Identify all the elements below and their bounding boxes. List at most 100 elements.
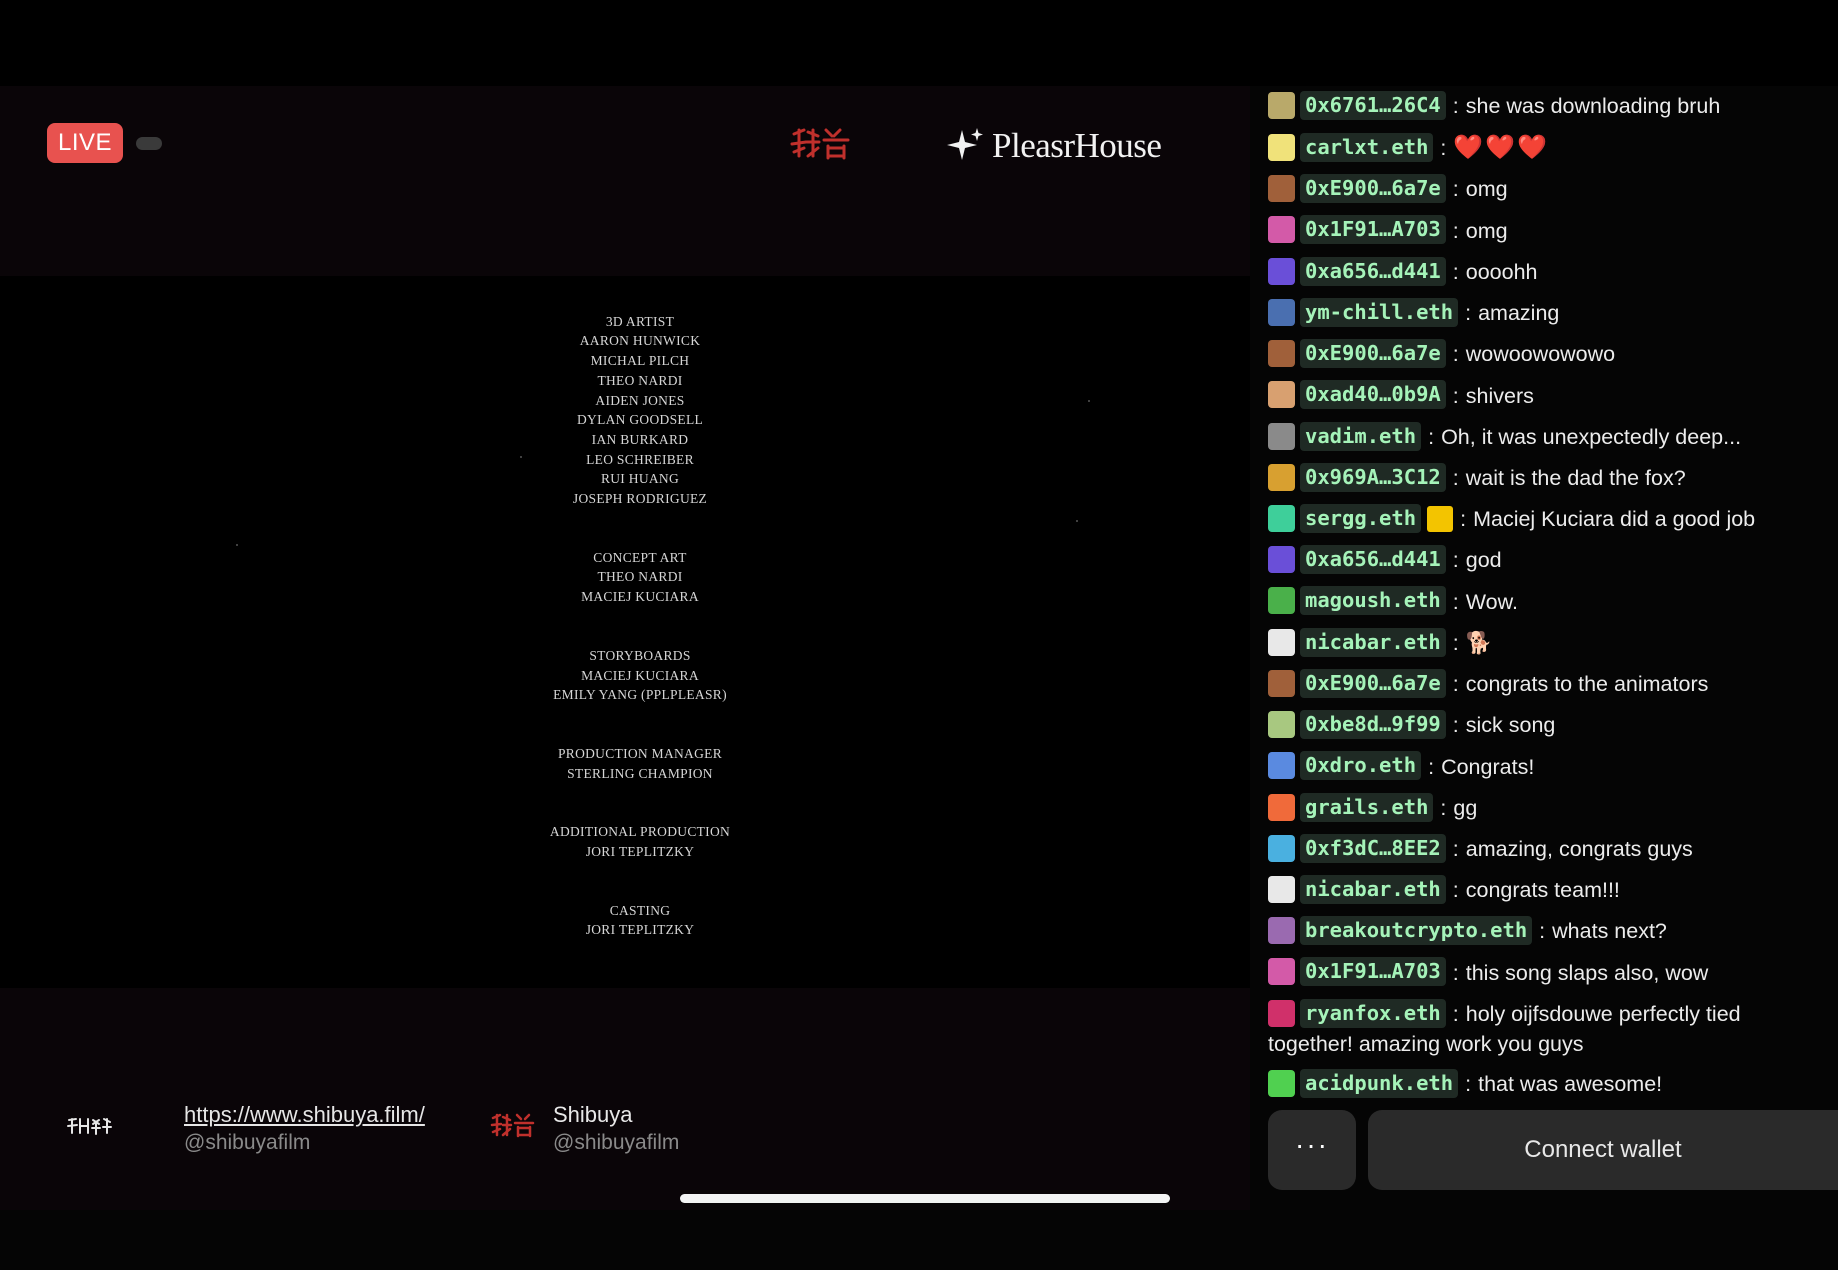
separator: :	[1440, 136, 1447, 161]
film-website-link[interactable]: https://www.shibuya.film/	[184, 1102, 425, 1128]
chat-text: this song slaps also, wow	[1465, 960, 1709, 985]
chat-username[interactable]: carlxt.eth	[1300, 133, 1434, 163]
chat-text: 🐕	[1465, 630, 1493, 655]
credit-role: STORYBOARDS	[589, 647, 691, 663]
chat-message: ryanfox.eth: holy oijfsdouwe perfectly ti…	[1268, 998, 1818, 1059]
user-avatar[interactable]	[1268, 669, 1295, 697]
credits-roll: 3D ARTIST AARON HUNWICK MICHAL PILCH THEO N…	[540, 276, 740, 979]
user-avatar[interactable]	[1268, 298, 1295, 326]
user-avatar[interactable]	[1268, 999, 1295, 1027]
separator: :	[1440, 795, 1447, 820]
chat-username[interactable]: breakoutcrypto.eth	[1300, 916, 1533, 946]
user-avatar[interactable]	[1268, 91, 1295, 119]
user-avatar[interactable]	[1268, 752, 1295, 780]
credit-role: 3D ARTIST	[605, 313, 675, 329]
chat-username[interactable]: ym-chill.eth	[1300, 297, 1459, 327]
user-avatar[interactable]	[1268, 1069, 1295, 1097]
channel-handle: @shibuyafilm	[553, 1131, 680, 1154]
chat-username[interactable]: magoush.eth	[1300, 586, 1446, 616]
chat-message: sergg.eth: Maciej Kuciara did a good job	[1268, 504, 1838, 535]
chat-username[interactable]: acidpunk.eth	[1300, 1068, 1459, 1098]
user-avatar[interactable]	[1268, 505, 1295, 533]
user-avatar[interactable]	[1268, 340, 1295, 368]
chat-username[interactable]: 0xf3dC…8EE2	[1300, 833, 1446, 863]
channel-name[interactable]: Shibuya	[553, 1102, 633, 1128]
chat-username[interactable]: sergg.eth	[1300, 504, 1422, 534]
chat-message: breakoutcrypto.eth: whats next?	[1268, 916, 1838, 947]
user-avatar[interactable]	[1268, 958, 1295, 986]
user-avatar[interactable]	[1268, 381, 1295, 409]
chat-username[interactable]: 0x1F91…A703	[1300, 215, 1446, 245]
user-avatar[interactable]	[1268, 628, 1295, 656]
chat-username[interactable]: nicabar.eth	[1300, 874, 1446, 904]
chat-username[interactable]: 0x6761…26C4	[1300, 90, 1446, 120]
stream-header	[0, 86, 1250, 276]
chat-message: 0x6761…26C4: she was downloading bruh	[1268, 90, 1838, 122]
chat-text: congrats to the animators	[1465, 672, 1709, 697]
chat-username[interactable]: 0xa656…d441	[1300, 545, 1446, 575]
chat-message: 0x1F91…A703: omg	[1268, 215, 1838, 247]
chat-username[interactable]: 0xa656…d441	[1300, 256, 1446, 286]
chat-text: amazing	[1478, 301, 1560, 326]
user-avatar[interactable]	[1268, 422, 1295, 450]
user-avatar[interactable]	[1268, 711, 1295, 739]
chat-username[interactable]: grails.eth	[1300, 792, 1434, 822]
chat-text: Maciej Kuciara did a good job	[1473, 507, 1756, 532]
chat-message: 0x1F91…A703: this song slaps also, wow	[1268, 957, 1838, 989]
chat-username[interactable]: 0xbe8d…9f99	[1300, 710, 1446, 740]
credit-block: ADDITIONAL PRODUCTION JORI TEPLITZKY	[540, 822, 740, 861]
user-avatar[interactable]	[1268, 587, 1295, 615]
chat-panel: 0x6761…26C4: she was downloading bruh carl…	[1268, 90, 1838, 1111]
chat-username[interactable]: ryanfox.eth	[1300, 998, 1446, 1028]
credit-name: LEO SCHREIBER	[586, 451, 694, 467]
separator: :	[1452, 548, 1459, 573]
chat-message: magoush.eth: Wow.	[1268, 586, 1838, 618]
user-avatar[interactable]	[1268, 793, 1295, 821]
credit-name: MACIEJ KUCIARA	[581, 589, 699, 605]
shibuya-film-logo	[66, 1116, 112, 1139]
connect-wallet-button[interactable]: Connect wallet	[1368, 1110, 1838, 1190]
credit-role: CONCEPT ART	[593, 549, 687, 565]
chat-username[interactable]: 0x1F91…A703	[1300, 957, 1446, 987]
user-avatar[interactable]	[1268, 216, 1295, 244]
user-avatar[interactable]	[1268, 546, 1295, 574]
chat-username[interactable]: 0xE900…6a7e	[1300, 339, 1446, 369]
user-avatar[interactable]	[1268, 917, 1295, 945]
more-options-button[interactable]: ···	[1268, 1110, 1356, 1190]
chat-username[interactable]: 0xad40…0b9A	[1300, 380, 1446, 410]
chat-message: ym-chill.eth: amazing	[1268, 297, 1838, 329]
chat-message: 0xa656…d441: oooohh	[1268, 256, 1838, 288]
chat-username[interactable]: 0x969A…3C12	[1300, 462, 1446, 492]
chat-username[interactable]: 0xE900…6a7e	[1300, 174, 1446, 204]
chat-username[interactable]: 0xdro.eth	[1300, 751, 1422, 781]
chat-text: Wow.	[1465, 589, 1518, 614]
chat-username[interactable]: vadim.eth	[1300, 421, 1422, 451]
chat-username[interactable]: nicabar.eth	[1300, 627, 1446, 657]
user-avatar[interactable]	[1268, 463, 1295, 491]
user-avatar[interactable]	[1268, 257, 1295, 285]
chat-text: sick song	[1465, 713, 1556, 738]
chat-message: nicabar.eth: 🐕	[1268, 627, 1838, 659]
chat-username[interactable]: 0xE900…6a7e	[1300, 668, 1446, 698]
chat-message: carlxt.eth: ❤️❤️❤️	[1268, 133, 1838, 164]
separator: :	[1452, 836, 1459, 861]
user-avatar[interactable]	[1268, 875, 1295, 903]
separator: :	[1452, 259, 1459, 284]
chat-message: 0xdro.eth: Congrats!	[1268, 751, 1838, 783]
credit-name: THEO NARDI	[597, 569, 683, 585]
video-player[interactable]: 3D ARTIST AARON HUNWICK MICHAL PILCH THEO N…	[0, 276, 1250, 988]
credit-role: PRODUCTION MANAGER	[557, 745, 723, 761]
chat-text: wowoowowowo	[1465, 342, 1616, 367]
separator: :	[1452, 383, 1459, 408]
user-avatar[interactable]	[1268, 175, 1295, 203]
separator: :	[1452, 672, 1459, 697]
user-avatar[interactable]	[1268, 134, 1295, 162]
brand-name: PleasrHouse	[992, 126, 1162, 165]
chat-message: acidpunk.eth: that was awesome!	[1268, 1068, 1838, 1100]
user-avatar[interactable]	[1268, 834, 1295, 862]
yellow-square-emoji	[1427, 505, 1454, 532]
credit-name: JORI TEPLITZKY	[585, 844, 695, 860]
separator: :	[1539, 919, 1546, 944]
separator: :	[1465, 301, 1472, 326]
credit-name: IAN BURKARD	[591, 431, 689, 447]
